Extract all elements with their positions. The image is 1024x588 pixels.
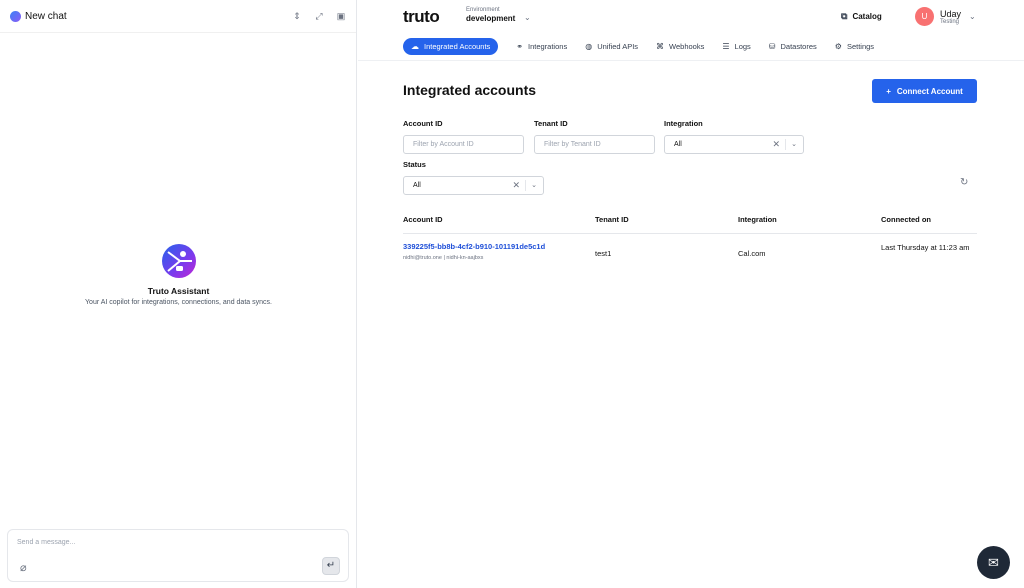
connect-account-label: Connect Account xyxy=(896,86,963,96)
refresh-icon[interactable]: ↻ xyxy=(960,177,968,188)
top-bar: truto Environment development ⌄ ⧉ Catalo… xyxy=(358,0,1024,34)
column-header-integration: Integration xyxy=(738,215,777,224)
integration-select[interactable]: All ✕ ⌄ xyxy=(664,135,804,154)
globe-icon: ◍ xyxy=(585,42,593,51)
integration-label: Integration xyxy=(664,119,703,128)
connect-account-button[interactable]: + Connect Account xyxy=(872,79,977,103)
paperclip-icon[interactable]: ⌀ xyxy=(20,561,27,574)
message-input[interactable]: Send a message... xyxy=(17,539,75,546)
page-title: Integrated accounts xyxy=(403,82,537,98)
tab-integrations[interactable]: ⚭ Integrations xyxy=(516,38,567,55)
tenant-id-cell: test1 xyxy=(595,249,612,258)
plug-icon: ⚭ xyxy=(516,42,523,51)
tab-label: Webhooks xyxy=(669,42,705,51)
assistant-avatar xyxy=(161,244,196,278)
tab-label: Integrations xyxy=(528,42,568,51)
chevron-down-icon[interactable]: ⌄ xyxy=(791,136,797,153)
clear-icon[interactable]: ✕ xyxy=(772,136,780,153)
tab-unified-apis[interactable]: ◍ Unified APIs xyxy=(585,38,638,55)
chevron-down-icon: ⌄ xyxy=(524,13,531,22)
chevron-down-icon: ⌄ xyxy=(969,12,976,21)
list-icon: ☰ xyxy=(722,42,730,51)
cloud-icon: ☁ xyxy=(411,42,419,51)
tab-logs[interactable]: ☰ Logs xyxy=(722,38,750,55)
assistant-name: Truto Assistant xyxy=(147,286,210,296)
tab-webhooks[interactable]: ⌘ Webhooks xyxy=(656,38,704,55)
truto-logo-icon xyxy=(10,10,21,22)
nav-tabs: ☁ Integrated Accounts ⚭ Integrations ◍ U… xyxy=(403,38,892,55)
user-menu[interactable]: U Uday Testing ⌄ xyxy=(915,7,976,26)
tab-label: Datastores xyxy=(780,42,817,51)
main-content: truto Environment development ⌄ ⧉ Catalo… xyxy=(358,0,1024,588)
environment-selector[interactable]: Environment development ⌄ xyxy=(466,7,531,23)
tab-settings[interactable]: ⚙ Settings xyxy=(835,38,874,55)
chat-header: New chat ⇕ ⤢ ▣ xyxy=(0,0,356,33)
catalog-label: Catalog xyxy=(852,12,882,21)
status-label: Status xyxy=(403,160,426,169)
environment-value: development xyxy=(466,14,516,23)
divider xyxy=(785,139,786,150)
column-header-account-id: Account ID xyxy=(403,215,443,224)
message-composer[interactable]: Send a message... ⌀ ↵ xyxy=(7,529,349,582)
account-id-link[interactable]: 339225f5-bb8b-4cf2-b910-101191de5c1d xyxy=(403,242,545,251)
account-id-label: Account ID xyxy=(403,119,443,128)
divider xyxy=(358,60,1024,61)
gear-icon: ⚙ xyxy=(834,42,842,51)
tab-label: Settings xyxy=(846,42,875,51)
tab-label: Logs xyxy=(734,42,751,51)
tenant-id-label: Tenant ID xyxy=(534,119,568,128)
user-role: Testing xyxy=(940,18,960,25)
tab-integrated-accounts[interactable]: ☁ Integrated Accounts xyxy=(403,38,499,55)
expand-icon[interactable]: ⤢ xyxy=(314,11,324,21)
status-select-value: All xyxy=(413,182,421,189)
environment-label: Environment xyxy=(466,7,500,13)
account-subtitle: nidhi@truto.one | nidhi-kn-aajbxs xyxy=(403,255,484,261)
avatar: U xyxy=(915,7,934,26)
chat-panel: New chat ⇕ ⤢ ▣ Truto Assistant Your AI c… xyxy=(0,0,357,588)
account-id-filter-input[interactable]: Filter by Account ID xyxy=(403,135,524,154)
status-select[interactable]: All ✕ ⌄ xyxy=(403,176,544,195)
user-name: Uday xyxy=(940,8,962,19)
catalog-link[interactable]: ⧉ Catalog xyxy=(841,11,882,22)
tab-label: Integrated Accounts xyxy=(424,42,491,51)
chevron-down-icon[interactable]: ⌄ xyxy=(531,177,537,194)
column-header-tenant-id: Tenant ID xyxy=(595,215,629,224)
chat-title: New chat xyxy=(25,10,67,22)
tenant-id-filter-input[interactable]: Filter by Tenant ID xyxy=(534,135,655,154)
catalog-icon: ⧉ xyxy=(841,11,848,21)
database-icon: ⛁ xyxy=(768,42,776,51)
chat-bubble-icon[interactable]: ✉ xyxy=(977,546,1010,579)
send-button[interactable]: ↵ xyxy=(322,557,340,575)
sidebar-toggle-icon[interactable]: ▣ xyxy=(336,11,346,21)
plus-icon: + xyxy=(886,86,891,96)
divider xyxy=(403,233,977,234)
sort-icon[interactable]: ⇕ xyxy=(292,11,302,21)
column-header-connected-on: Connected on xyxy=(881,215,931,224)
brand-logo[interactable]: truto xyxy=(403,7,440,27)
assistant-intro: Truto Assistant Your AI copilot for inte… xyxy=(0,244,357,306)
webhook-icon: ⌘ xyxy=(656,42,665,51)
assistant-tagline: Your AI copilot for integrations, connec… xyxy=(85,299,272,306)
connected-on-cell: Last Thursday at 11:23 am xyxy=(881,243,970,252)
integration-select-value: All xyxy=(674,141,682,148)
clear-icon[interactable]: ✕ xyxy=(512,177,520,194)
integration-cell: Cal.com xyxy=(738,249,766,258)
tab-datastores[interactable]: ⛁ Datastores xyxy=(769,38,817,55)
divider xyxy=(525,180,526,191)
tab-label: Unified APIs xyxy=(597,42,639,51)
